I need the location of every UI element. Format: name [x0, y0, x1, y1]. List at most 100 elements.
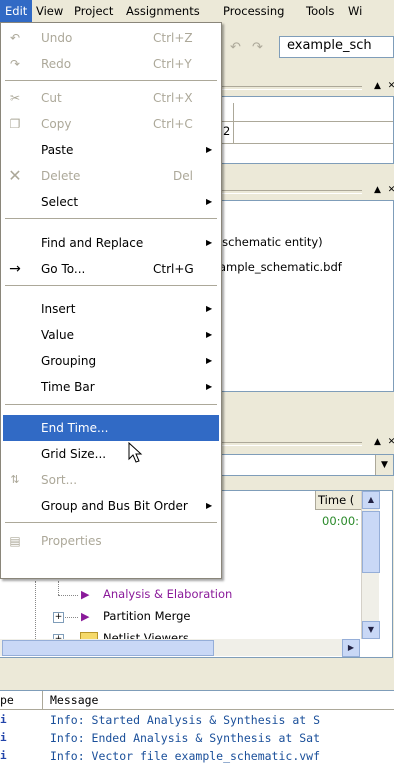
menu-item-insert[interactable]: Insert ▶ [3, 296, 219, 322]
menu-item-value[interactable]: Value ▶ [3, 322, 219, 348]
scroll-down-icon[interactable]: ▼ [362, 621, 380, 639]
delete-icon: ✕ [8, 166, 22, 185]
expand-icon[interactable]: + [53, 612, 64, 623]
panel-grip [222, 86, 362, 90]
menu-view[interactable]: View [31, 0, 68, 22]
redo-icon: ↷ [9, 57, 21, 71]
menu-item-delete[interactable]: ✕ Delete Del [3, 163, 219, 189]
panel-grip [222, 442, 362, 446]
scroll-right-icon[interactable]: ▶ [342, 639, 360, 657]
mouse-cursor-icon [128, 442, 143, 463]
menu-edit[interactable]: Edit [0, 0, 33, 22]
scroll-thumb[interactable] [2, 640, 214, 656]
hierarchy-titlebar: ▲ ✕ [220, 184, 394, 199]
message-row[interactable]: i Info: Vector file example_schematic.vw… [0, 749, 394, 765]
message-row[interactable]: i Info: Started Analysis & Synthesis at … [0, 713, 394, 729]
menu-item-cut[interactable]: ✂ Cut Ctrl+X [3, 85, 219, 111]
entity-input[interactable]: example_sch [279, 36, 394, 58]
menu-processing[interactable]: Processing [218, 0, 289, 22]
horizontal-scrollbar[interactable]: ▶ [0, 639, 360, 657]
submenu-arrow-icon: ▶ [206, 356, 213, 365]
menu-item-go-to[interactable]: → Go To... Ctrl+G [3, 256, 219, 282]
submenu-arrow-icon: ▶ [206, 501, 213, 510]
properties-icon: ▤ [9, 534, 21, 548]
undo-toolbar-icon[interactable]: ↶ [230, 40, 241, 55]
scroll-thumb[interactable] [362, 511, 380, 573]
message-panel: pe Message i Info: Started Analysis & Sy… [0, 690, 394, 772]
menu-item-paste[interactable]: Paste ▶ [3, 137, 219, 163]
close-icon[interactable]: ✕ [386, 437, 394, 448]
entity-input-value: example_sch [287, 38, 372, 53]
table-row-divider [221, 143, 393, 144]
menu-separator [5, 80, 217, 81]
time-value: 00:00: [322, 514, 360, 528]
submenu-arrow-icon: ▶ [206, 238, 213, 247]
redo-toolbar-icon[interactable]: ↷ [252, 40, 263, 55]
submenu-arrow-icon: ▶ [206, 330, 213, 339]
info-icon: i [0, 731, 7, 744]
message-row[interactable]: i Info: Ended Analysis & Synthesis at Sa… [0, 731, 394, 747]
table-panel: 2 [220, 96, 394, 164]
edit-menu: ↶ Undo Ctrl+Z ↷ Redo Ctrl+Y ✂ Cut Ctrl+X… [0, 22, 222, 579]
menu-item-redo[interactable]: ↷ Redo Ctrl+Y [3, 51, 219, 77]
menu-item-undo[interactable]: ↶ Undo Ctrl+Z [3, 25, 219, 51]
submenu-arrow-icon: ▶ [206, 145, 213, 154]
info-icon: i [0, 749, 7, 762]
goto-arrow-icon: → [9, 261, 21, 277]
table-col-divider [233, 103, 234, 143]
menu-bar: Edit View Project Assignments Processing… [0, 0, 394, 23]
menu-separator [5, 218, 217, 219]
table-cell: 2 [223, 124, 231, 138]
minimize-icon[interactable]: ▲ [372, 437, 383, 448]
play-icon: ▶ [81, 588, 90, 601]
menu-item-grid-size[interactable]: Grid Size... [3, 441, 219, 467]
menu-item-time-bar[interactable]: Time Bar ▶ [3, 374, 219, 400]
message-header: pe Message [0, 691, 394, 710]
copy-icon: ❐ [9, 117, 21, 131]
scroll-up-icon[interactable]: ▲ [362, 491, 380, 509]
menu-item-grouping[interactable]: Grouping ▶ [3, 348, 219, 374]
tree-item-analysis[interactable]: Analysis & Elaboration [103, 587, 232, 601]
tree-item-partition[interactable]: Partition Merge [103, 609, 190, 623]
minimize-icon[interactable]: ▲ [372, 185, 383, 196]
hierarchy-line[interactable]: ample_schematic.bdf [219, 260, 342, 274]
menu-tools[interactable]: Tools [301, 0, 339, 22]
message-column-header[interactable]: Message [50, 693, 98, 707]
tree-line [58, 581, 60, 595]
menu-item-bus-bit-order[interactable]: Group and Bus Bit Order ▶ [3, 493, 219, 519]
vertical-scrollbar[interactable]: ▲ ▼ [361, 491, 380, 639]
menu-project[interactable]: Project [69, 0, 118, 22]
status-titlebar: ▲ ✕ [220, 436, 394, 451]
play-icon: ▶ [81, 610, 90, 623]
menu-item-end-time[interactable]: End Time... [3, 415, 219, 441]
submenu-arrow-icon: ▶ [206, 197, 213, 206]
column-divider [42, 691, 43, 709]
tree-line [35, 581, 37, 641]
close-icon[interactable]: ✕ [386, 81, 394, 92]
minimize-icon[interactable]: ▲ [372, 81, 383, 92]
tree-line [58, 595, 78, 597]
menu-window[interactable]: Wi [343, 0, 367, 22]
hierarchy-line: 'schematic entity) [219, 235, 323, 249]
table-header-row [221, 103, 393, 122]
menu-separator [5, 404, 217, 405]
submenu-arrow-icon: ▶ [206, 304, 213, 313]
menu-item-copy[interactable]: ❐ Copy Ctrl+C [3, 111, 219, 137]
cut-icon: ✂ [9, 91, 21, 105]
table-panel-titlebar: ▲ ✕ [220, 80, 394, 95]
menu-assignments[interactable]: Assignments [121, 0, 205, 22]
toolbar: ↶ ↷ example_sch [220, 22, 394, 74]
menu-item-find-replace[interactable]: Find and Replace ▶ [3, 230, 219, 256]
info-icon: i [0, 713, 7, 726]
close-icon[interactable]: ✕ [386, 185, 394, 196]
undo-icon: ↶ [9, 31, 21, 45]
menu-item-sort[interactable]: ⇅ Sort... [3, 467, 219, 493]
message-type-header[interactable]: pe [0, 693, 14, 707]
hierarchy-panel: 'schematic entity) ample_schematic.bdf [219, 200, 394, 392]
menu-item-properties[interactable]: ▤ Properties [3, 528, 219, 554]
chevron-down-icon[interactable]: ▼ [375, 455, 393, 475]
menu-separator [5, 285, 217, 286]
status-dropdown[interactable]: ▼ [220, 454, 394, 476]
sort-icon: ⇅ [10, 473, 20, 486]
menu-item-select[interactable]: Select ▶ [3, 189, 219, 215]
